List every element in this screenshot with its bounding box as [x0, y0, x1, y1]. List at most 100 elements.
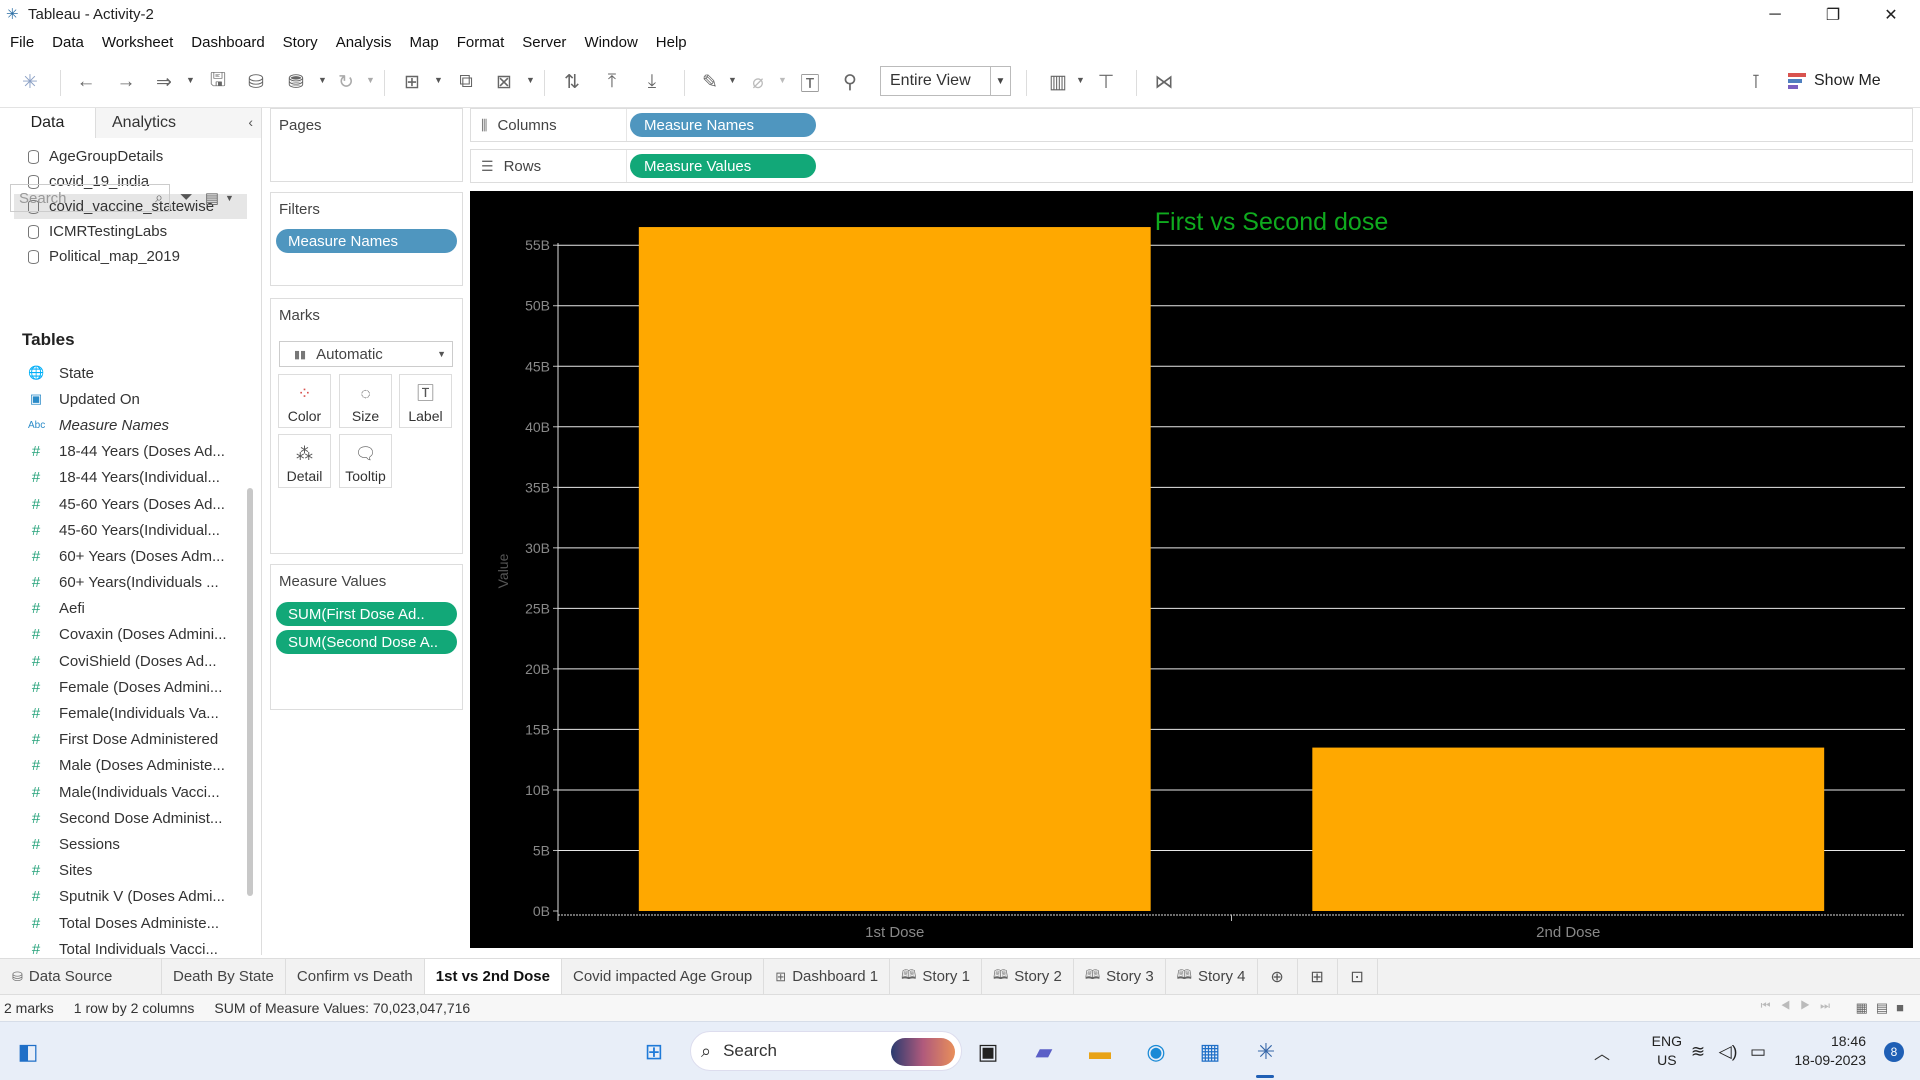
datasource-item[interactable]: AgeGroupDetails [0, 144, 261, 169]
field-item[interactable]: # CoviShield (Doses Ad... [0, 648, 238, 674]
share-icon[interactable]: ⋈ [1148, 66, 1180, 98]
detail-button[interactable]: ⁂ Detail [278, 434, 331, 488]
menu-dashboard[interactable]: Dashboard [182, 34, 273, 51]
battery-icon[interactable]: ▭ [1742, 1036, 1774, 1068]
minimize-button[interactable]: ─ [1746, 0, 1804, 29]
tab-sheet-covid-impacted-age-group[interactable]: Covid impacted Age Group [562, 959, 765, 994]
fix-axes-icon[interactable]: ⚲ [834, 66, 866, 98]
pause-updates-icon[interactable]: ⛃ [280, 66, 312, 98]
field-item[interactable]: # Sites [0, 858, 238, 884]
group-members-icon[interactable]: ⌀ [742, 66, 774, 98]
measure-pill-first-dose[interactable]: SUM(First Dose Ad.. [276, 602, 457, 626]
show-labels-icon[interactable]: 🅃 [794, 66, 826, 98]
tab-sheet-death-by-state[interactable]: Death By State [162, 959, 286, 994]
mark-type-dropdown[interactable]: ▮▮ Automatic ▼ [279, 341, 453, 367]
new-worksheet-caret-icon[interactable]: ▼ [434, 75, 443, 85]
language-indicator[interactable]: ENG US [1652, 1032, 1682, 1070]
field-item[interactable]: #18-44 Years(Individual... [0, 465, 238, 491]
menu-story[interactable]: Story [274, 34, 327, 51]
new-story-tab-icon[interactable]: ⊡ [1338, 959, 1378, 994]
rows-pill[interactable]: Measure Values [630, 154, 816, 178]
sort-descending-icon[interactable]: ⤓ [636, 66, 668, 98]
size-button[interactable]: ◌ Size [339, 374, 392, 428]
tab-dashboard-1[interactable]: ⊞ Dashboard 1 [764, 959, 891, 994]
field-item[interactable]: #60+ Years(Individuals ... [0, 570, 238, 596]
tableau-home-icon[interactable]: ✳ [14, 66, 46, 98]
format-painter-icon[interactable]: ⊺ [1740, 66, 1772, 98]
columns-pill[interactable]: Measure Names [630, 113, 816, 137]
chart-area[interactable]: First vs Second dose 0B 5B 10B 15B 20B 25B 30B 3… [470, 191, 1913, 948]
replay-caret-icon[interactable]: ▼ [186, 75, 195, 85]
filters-card[interactable]: Filters Measure Names [270, 192, 463, 286]
filter-fields-icon[interactable]: ⏷ [180, 189, 193, 207]
undo-icon[interactable]: ← [70, 66, 102, 98]
sort-ascending-icon[interactable]: ⤒ [596, 66, 628, 98]
menu-help[interactable]: Help [647, 34, 696, 51]
sheet-nav-arrows-icon[interactable]: ⏮◀▶⏭ [1761, 1000, 1840, 1013]
close-button[interactable]: ✕ [1862, 0, 1920, 29]
tab-story-1[interactable]: 🕮 Story 1 [890, 959, 982, 994]
redo-icon[interactable]: → [110, 66, 142, 98]
store-icon[interactable]: ▦ [1194, 1036, 1226, 1068]
new-datasource-icon[interactable]: ⛁ [240, 66, 272, 98]
save-icon[interactable]: 🖫 [202, 66, 234, 98]
teams-chat-icon[interactable]: ▰ [1028, 1036, 1060, 1068]
system-clock[interactable]: 18:46 18-09-2023 [1794, 1032, 1866, 1070]
measure-pill-second-dose[interactable]: SUM(Second Dose A.. [276, 630, 457, 654]
tooltip-button[interactable]: 🗨 Tooltip [339, 434, 392, 488]
wifi-icon[interactable]: ≋ [1682, 1036, 1714, 1068]
field-item[interactable]: # Second Dose Administ... [0, 805, 238, 831]
tab-data[interactable]: Data [0, 108, 96, 138]
menu-window[interactable]: Window [575, 34, 646, 51]
datasource-item[interactable]: ICMRTestingLabs [0, 219, 261, 244]
menu-data[interactable]: Data [43, 34, 93, 51]
field-item[interactable]: Abc Measure Names [0, 412, 238, 438]
task-view-icon[interactable]: ▣ [972, 1036, 1004, 1068]
fit-caret-icon[interactable]: ▼ [990, 67, 1010, 95]
group-caret-icon[interactable]: ▼ [778, 75, 787, 85]
menu-file[interactable]: File [0, 34, 43, 51]
field-item[interactable]: #18-44 Years (Doses Ad... [0, 439, 238, 465]
edge-icon[interactable]: ◉ [1140, 1036, 1172, 1068]
new-dashboard-tab-icon[interactable]: ⊞ [1298, 959, 1338, 994]
view-caret-icon[interactable]: ▼ [225, 193, 234, 203]
tab-data-source[interactable]: ⛁ Data Source [0, 959, 162, 994]
new-worksheet-tab-icon[interactable]: ⊕ [1258, 959, 1298, 994]
notification-badge[interactable]: 8 [1884, 1042, 1904, 1062]
field-item[interactable]: # First Dose Administered [0, 727, 238, 753]
field-item[interactable]: # Female(Individuals Va... [0, 700, 238, 726]
field-item[interactable]: # Female (Doses Admini... [0, 674, 238, 700]
menu-server[interactable]: Server [513, 34, 575, 51]
presentation-mode-icon[interactable]: ⊤ [1090, 66, 1122, 98]
field-item[interactable]: #60+ Years (Doses Adm... [0, 543, 238, 569]
field-search-input[interactable]: Search ⌕ [10, 184, 170, 212]
menu-map[interactable]: Map [401, 34, 448, 51]
refresh-caret-icon[interactable]: ▼ [366, 75, 375, 85]
sheet-view-icons[interactable]: ▦▤■ [1856, 1000, 1912, 1016]
tab-sheet-1st-vs-2nd-dose[interactable]: 1st vs 2nd Dose [424, 959, 562, 994]
show-cards-icon[interactable]: ▥ [1042, 66, 1074, 98]
widgets-icon[interactable]: ◧ [12, 1036, 44, 1068]
filter-pill[interactable]: Measure Names [276, 229, 457, 253]
field-item[interactable]: # Sputnik V (Doses Admi... [0, 884, 238, 910]
tab-story-4[interactable]: 🕮 Story 4 [1166, 959, 1258, 994]
restore-button[interactable]: ❐ [1804, 0, 1862, 29]
file-explorer-icon[interactable]: ▬ [1084, 1036, 1116, 1068]
view-list-icon[interactable]: ▤ [205, 189, 219, 207]
color-button[interactable]: ⁘ Color [278, 374, 331, 428]
field-item[interactable]: 🌐 State [0, 360, 238, 386]
field-item[interactable]: # Total Doses Administe... [0, 910, 238, 936]
new-worksheet-icon[interactable]: ⊞ [396, 66, 428, 98]
rows-shelf[interactable]: ☰ Rows Measure Values [470, 149, 1913, 183]
duplicate-sheet-icon[interactable]: ⧉ [450, 66, 482, 98]
fit-dropdown[interactable]: Entire View ▼ [880, 66, 1011, 96]
swap-rows-columns-icon[interactable]: ⇅ [556, 66, 588, 98]
field-item[interactable]: #45-60 Years(Individual... [0, 517, 238, 543]
show-me-button[interactable]: Show Me [1788, 66, 1881, 96]
tab-analytics[interactable]: Analytics [96, 108, 261, 138]
columns-shelf[interactable]: ⫼ Columns Measure Names [470, 108, 1913, 142]
field-item[interactable]: ▣ Updated On [0, 386, 238, 412]
clear-sheet-icon[interactable]: ⊠ [488, 66, 520, 98]
field-list-scrollbar[interactable] [247, 488, 253, 896]
replay-icon[interactable]: ⇒ [148, 66, 180, 98]
